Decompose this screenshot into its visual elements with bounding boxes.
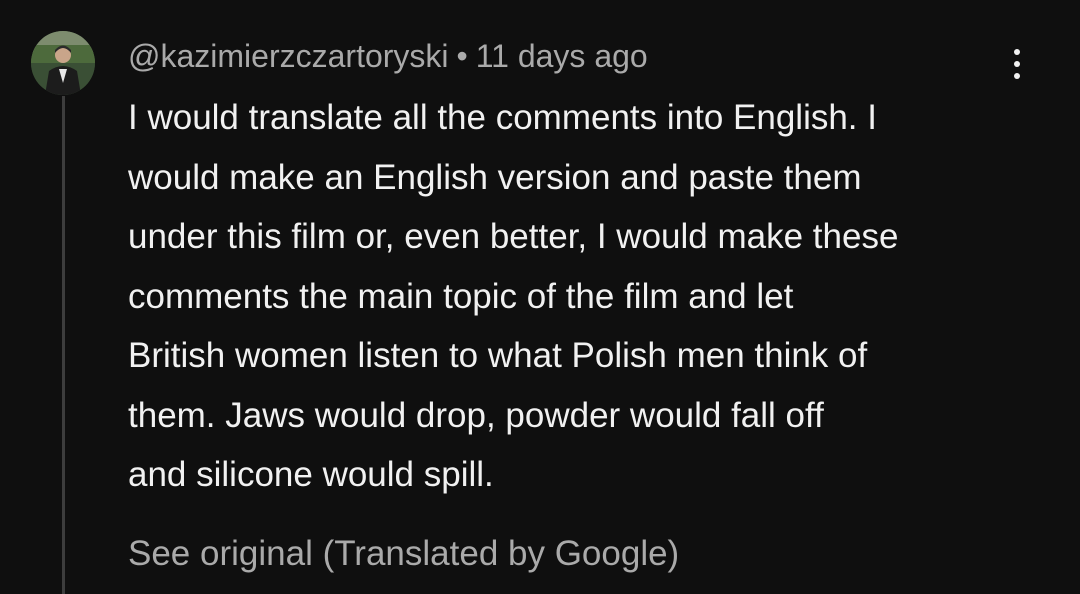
menu-dot <box>1014 49 1020 55</box>
author-handle[interactable]: @kazimierzczartoryski <box>128 38 449 74</box>
avatar[interactable] <box>31 31 95 95</box>
comment-text-line: and silicone would spill. <box>128 455 494 494</box>
menu-dot <box>1014 73 1020 79</box>
comment-card: @kazimierzczartoryski • 11 days ago I woul… <box>0 0 1080 594</box>
comment-text-line: them. Jaws would drop, powder would fall… <box>128 395 824 435</box>
thread-line <box>62 96 65 594</box>
header-separator: • <box>456 38 468 74</box>
comment-text-line: would make an English version and paste … <box>128 157 862 197</box>
comment-text-line: comments the main topic of the film and … <box>128 276 794 316</box>
see-original-link[interactable]: See original (Translated by Google) <box>128 532 679 576</box>
comment-text-line: I would translate all the comments into … <box>128 98 877 137</box>
comment-text: I would translate all the comments into … <box>128 88 1028 505</box>
comment-text-line: under this film or, even better, I would… <box>128 217 899 256</box>
comment-header: @kazimierzczartoryski • 11 days ago <box>128 36 648 76</box>
menu-dot <box>1014 61 1020 67</box>
more-vert-icon[interactable] <box>1000 44 1034 84</box>
user-avatar-icon <box>31 31 95 95</box>
comment-text-line: British women listen to what Polish men … <box>128 336 868 375</box>
comment-timestamp[interactable]: 11 days ago <box>476 38 648 74</box>
